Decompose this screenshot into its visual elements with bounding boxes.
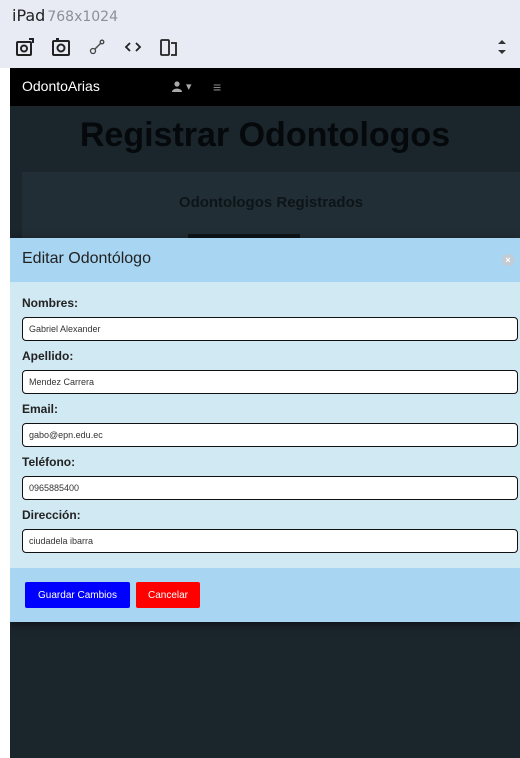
card-title: Odontologos Registrados	[178, 194, 364, 211]
brand-logo[interactable]: OdontoArias	[22, 78, 100, 94]
apellido-input[interactable]	[22, 370, 518, 394]
code-icon[interactable]	[122, 36, 144, 58]
save-changes-button[interactable]: Guardar Cambios	[25, 582, 130, 608]
chevron-down-icon: ▾	[186, 81, 192, 93]
modal-header: Editar Odontólogo ×	[10, 238, 520, 282]
label-email: Email:	[22, 402, 59, 416]
screenshot-icon[interactable]	[50, 36, 72, 58]
modal-body: Nombres: Apellido: Email: Teléfono: Dire…	[10, 282, 520, 553]
device-name: iPad	[12, 6, 46, 25]
label-telefono: Teléfono:	[22, 455, 76, 469]
email-input[interactable]	[22, 423, 518, 447]
frame-tools	[14, 36, 180, 58]
direccion-input[interactable]	[22, 529, 518, 553]
modal-footer: Guardar Cambios Cancelar	[10, 568, 520, 622]
rotate-screenshot-icon[interactable]	[14, 36, 36, 58]
device-label: iPad 768x1024	[12, 6, 118, 25]
edit-modal: Editar Odontólogo × Nombres: Apellido: E…	[10, 238, 520, 622]
touch-icon[interactable]	[86, 36, 108, 58]
app-navbar: OdontoArias ▾ ≡	[10, 68, 520, 106]
user-menu[interactable]: ▾	[172, 80, 192, 93]
cancel-button[interactable]: Cancelar	[136, 582, 200, 608]
collapse-icon[interactable]	[494, 38, 510, 56]
label-apellido: Apellido:	[22, 349, 74, 363]
label-nombres: Nombres:	[22, 296, 79, 310]
device-viewport: OdontoArias ▾ ≡ Registrar Odontologos Od…	[10, 68, 520, 758]
device-dimensions: 768x1024	[47, 9, 118, 25]
telefono-input[interactable]	[22, 476, 518, 500]
close-icon[interactable]: ×	[502, 254, 514, 266]
hamburger-menu-icon[interactable]: ≡	[213, 79, 221, 95]
orientation-icon[interactable]	[158, 36, 180, 58]
user-icon	[172, 81, 182, 92]
page-title: Registrar Odontologos	[79, 116, 451, 154]
nombres-input[interactable]	[22, 317, 518, 341]
device-frame-toolbar: iPad 768x1024	[0, 0, 520, 68]
label-direccion: Dirección:	[22, 508, 81, 522]
modal-title: Editar Odontólogo	[22, 250, 151, 267]
